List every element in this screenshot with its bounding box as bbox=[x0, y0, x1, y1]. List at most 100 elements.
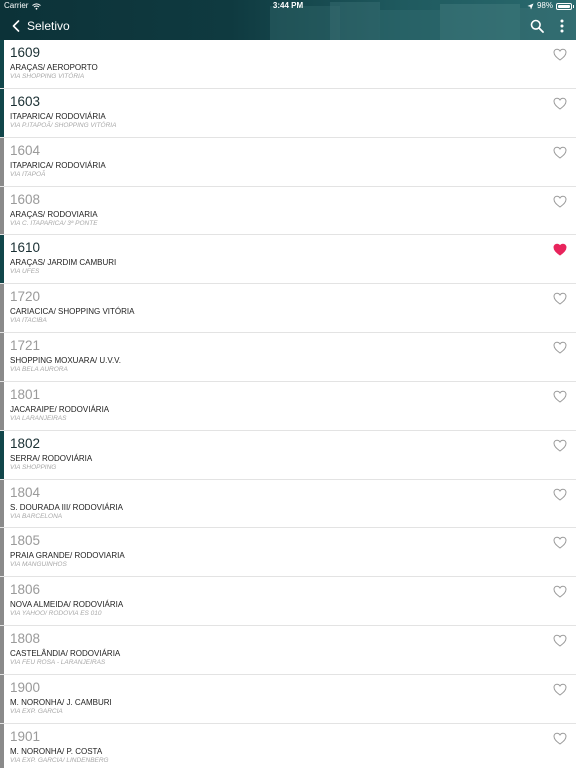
route-via: VIA UFES bbox=[10, 268, 40, 276]
heart-outline-icon[interactable] bbox=[553, 390, 567, 403]
route-number: 1804 bbox=[10, 484, 41, 500]
route-number: 1801 bbox=[10, 386, 41, 402]
route-via: VIA SHOPPING VITÓRIA bbox=[10, 73, 85, 80]
route-accent-bar bbox=[0, 88, 4, 137]
route-number: 1802 bbox=[10, 435, 41, 451]
battery-percent: 98% bbox=[536, 1, 553, 10]
chevron-left-icon bbox=[12, 20, 20, 32]
route-accent-bar bbox=[0, 381, 4, 430]
heart-filled-icon[interactable] bbox=[553, 243, 567, 257]
heart-outline-icon[interactable] bbox=[553, 146, 567, 159]
heart-outline-icon[interactable] bbox=[553, 536, 567, 550]
route-number: 1608 bbox=[10, 191, 41, 207]
route-number: 1901 bbox=[10, 728, 41, 744]
route-name: CASTELÂNDIA/ RODOVIÁRIA bbox=[10, 649, 121, 659]
route-row[interactable]: 1610 ARAÇAS/ JARDIM CAMBURI VIA UFES bbox=[0, 235, 576, 285]
status-right: 98% bbox=[527, 0, 574, 12]
route-name: JACARAIPE/ RODOVIÁRIA bbox=[10, 404, 110, 414]
route-row[interactable]: 1604 ITAPARICA/ RODOVIÁRIA VIA ITAPOÃ bbox=[0, 137, 576, 187]
route-number: 1603 bbox=[10, 93, 41, 109]
route-accent-bar bbox=[0, 235, 4, 284]
heart-outline-icon[interactable] bbox=[553, 683, 567, 696]
battery-icon bbox=[556, 2, 574, 10]
route-accent-bar bbox=[0, 674, 4, 723]
route-accent-bar bbox=[0, 723, 4, 768]
overflow-menu-button[interactable] bbox=[553, 15, 571, 37]
route-name: SERRA/ RODOVIÁRIA bbox=[10, 453, 93, 463]
app-header: Carrier 3:44 PM 98% Seletivo bbox=[0, 0, 576, 40]
route-row[interactable]: 1720 CARIACICA/ SHOPPING VITÓRIA VIA ITACI… bbox=[0, 284, 576, 334]
route-row[interactable]: 1721 SHOPPING MOXUARA/ U.V.V. VIA BELA AUR… bbox=[0, 333, 576, 382]
route-via: VIA FEU ROSA - LARANJEIRAS bbox=[10, 659, 106, 667]
route-row[interactable]: 1603 ITAPARICA/ RODOVIÁRIA VIA P.ITAPOÃ/ S… bbox=[0, 88, 576, 138]
route-number: 1610 bbox=[10, 240, 41, 256]
route-number: 1720 bbox=[10, 289, 41, 305]
route-number: 1900 bbox=[10, 679, 41, 695]
route-via: VIA EXP. GARCIA/ LINDENBERG bbox=[10, 756, 109, 764]
route-accent-bar bbox=[0, 479, 4, 528]
route-accent-bar bbox=[0, 186, 4, 235]
location-arrow-icon bbox=[527, 3, 534, 9]
page-title: Seletivo bbox=[27, 19, 70, 33]
route-number: 1808 bbox=[10, 631, 41, 647]
status-time: 3:44 PM bbox=[272, 1, 304, 10]
route-via: VIA BARCELONA bbox=[10, 512, 63, 520]
route-name: NOVA ALMEIDA/ RODOVIÁRIA bbox=[10, 600, 124, 610]
route-via: VIA C. ITAPARICA/ 3ª PONTE bbox=[10, 219, 98, 227]
route-name: ARAÇAS/ AEROPORTO bbox=[10, 63, 98, 72]
route-via: VIA LARANJEIRAS bbox=[10, 414, 67, 422]
heart-outline-icon[interactable] bbox=[553, 341, 567, 354]
status-bar: Carrier 3:44 PM 98% bbox=[0, 0, 576, 12]
route-via: VIA MANGUINHOS bbox=[10, 561, 67, 569]
route-accent-bar bbox=[0, 284, 4, 333]
more-vertical-icon bbox=[560, 19, 564, 33]
heart-outline-icon[interactable] bbox=[553, 97, 567, 110]
route-row[interactable]: 1608 ARAÇAS/ RODOVIARIA VIA C. ITAPARICA/ … bbox=[0, 186, 576, 236]
route-row[interactable]: 1804 S. DOURADA III/ RODOVIÁRIA VIA BARCEL… bbox=[0, 479, 576, 529]
back-button[interactable] bbox=[6, 15, 26, 37]
heart-outline-icon[interactable] bbox=[553, 195, 567, 208]
heart-outline-icon[interactable] bbox=[553, 292, 567, 305]
route-row[interactable]: 1901 M. NORONHA/ P. COSTA VIA EXP. GARCIA/… bbox=[0, 723, 576, 768]
route-accent-bar bbox=[0, 137, 4, 186]
search-button[interactable] bbox=[526, 15, 548, 37]
route-row[interactable]: 1609 ARAÇAS/ AEROPORTO VIA SHOPPING VITÓRI… bbox=[0, 40, 576, 89]
route-name: M. NORONHA/ J. CAMBURI bbox=[10, 697, 112, 707]
route-list: 1609 ARAÇAS/ AEROPORTO VIA SHOPPING VITÓRI… bbox=[0, 40, 576, 768]
route-accent-bar bbox=[0, 40, 4, 88]
heart-outline-icon[interactable] bbox=[553, 634, 567, 647]
heart-outline-icon[interactable] bbox=[553, 48, 567, 61]
route-accent-bar bbox=[0, 430, 4, 479]
battery-fill bbox=[558, 4, 570, 8]
route-via: VIA ITAPOÃ bbox=[10, 170, 46, 178]
heart-outline-icon[interactable] bbox=[553, 585, 567, 598]
route-via: VIA EXP. GARCIA bbox=[10, 707, 63, 715]
route-accent-bar bbox=[0, 528, 4, 577]
route-row[interactable]: 1808 CASTELÂNDIA/ RODOVIÁRIA VIA FEU ROSA … bbox=[0, 626, 576, 675]
route-name: ARAÇAS/ RODOVIARIA bbox=[10, 209, 98, 219]
route-number: 1609 bbox=[10, 45, 41, 60]
route-accent-bar bbox=[0, 577, 4, 626]
route-via: VIA ITACIBA bbox=[10, 317, 47, 325]
heart-outline-icon[interactable] bbox=[553, 488, 567, 501]
route-name: M. NORONHA/ P. COSTA bbox=[10, 746, 103, 756]
route-name: SHOPPING MOXUARA/ U.V.V. bbox=[10, 356, 121, 366]
heart-outline-icon[interactable] bbox=[553, 732, 567, 745]
route-via: VIA BELA AURORA bbox=[10, 366, 68, 374]
search-icon bbox=[530, 19, 544, 33]
route-accent-bar bbox=[0, 333, 4, 381]
route-row[interactable]: 1805 PRAIA GRANDE/ RODOVIARIA VIA MANGUINH… bbox=[0, 528, 576, 578]
nav-bar: Seletivo bbox=[0, 12, 576, 40]
route-row[interactable]: 1900 M. NORONHA/ J. CAMBURI VIA EXP. GARCI… bbox=[0, 674, 576, 724]
route-row[interactable]: 1801 JACARAIPE/ RODOVIÁRIA VIA LARANJEIRAS bbox=[0, 381, 576, 431]
route-via: VIA P.ITAPOÃ/ SHOPPING VITÓRIA bbox=[10, 121, 117, 129]
route-accent-bar bbox=[0, 626, 4, 674]
route-row[interactable]: 1802 SERRA/ RODOVIÁRIA VIA SHOPPING bbox=[0, 430, 576, 480]
heart-outline-icon[interactable] bbox=[553, 439, 567, 452]
route-name: ITAPARICA/ RODOVIÁRIA bbox=[10, 111, 106, 121]
route-via: VIA SHOPPING bbox=[10, 463, 57, 471]
route-number: 1604 bbox=[10, 142, 41, 158]
route-row[interactable]: 1806 NOVA ALMEIDA/ RODOVIÁRIA VIA YAHOO/ R… bbox=[0, 577, 576, 627]
route-name: PRAIA GRANDE/ RODOVIARIA bbox=[10, 551, 125, 561]
route-number: 1805 bbox=[10, 533, 41, 549]
